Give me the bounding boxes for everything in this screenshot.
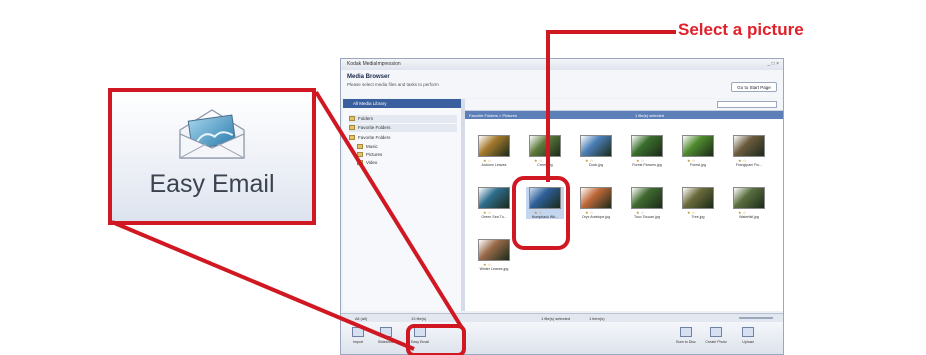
callout-line-top [314, 90, 464, 330]
select-pointer-line [546, 30, 676, 182]
callout-line-bottom [111, 220, 415, 351]
annotation-overlay [111, 30, 676, 355]
select-picture-label: Select a picture [678, 20, 804, 39]
selected-picture-highlight [512, 176, 570, 250]
easy-email-button-highlight [406, 324, 466, 355]
